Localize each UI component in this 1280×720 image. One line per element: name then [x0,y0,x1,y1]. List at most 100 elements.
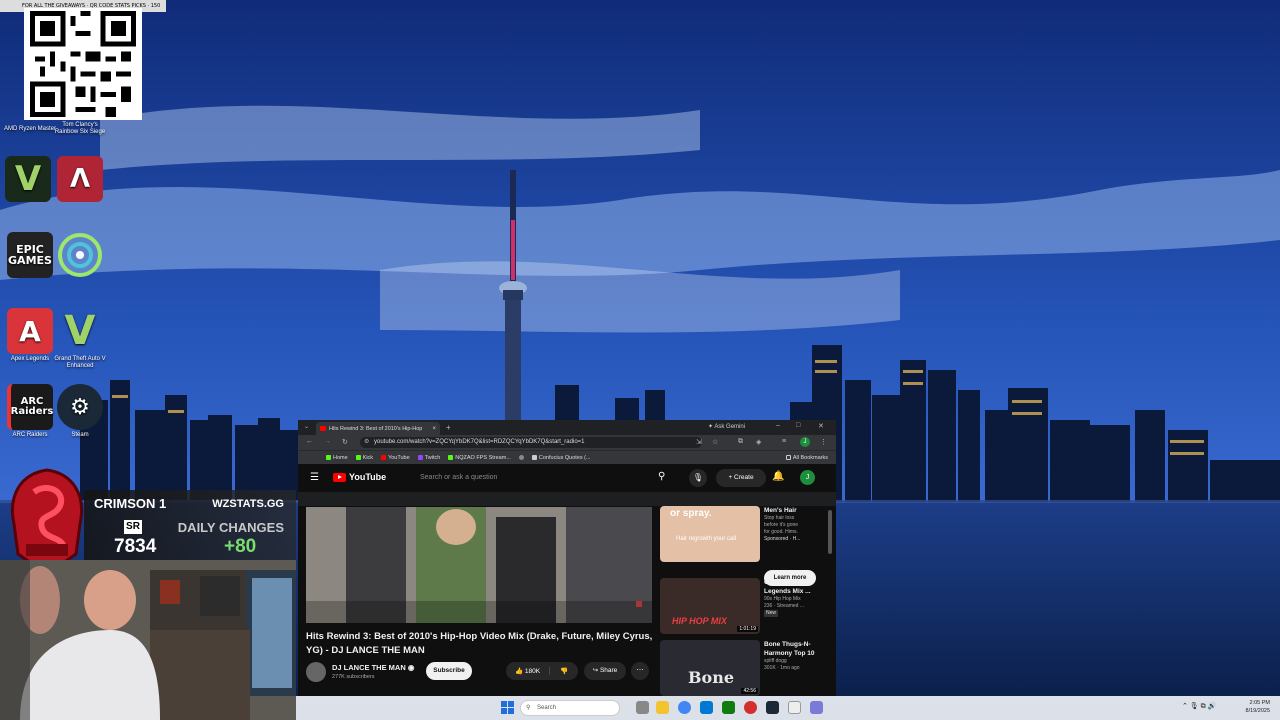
desktop-icon-gta-legacy[interactable]: V [0,156,56,204]
daily-changes-value: +80 [224,536,257,557]
bookmark-kick[interactable]: Kick [355,455,373,461]
steam-taskbar-icon[interactable] [766,701,779,714]
desktop-icon-epic[interactable]: EPIC GAMES [2,232,58,280]
video-meta: 301K · 1mo ago [764,665,800,671]
ad-info: Men's Hair Stop hair loss before it's go… [764,506,828,543]
desktop-icon-steam[interactable]: ⚙ Steam [52,384,108,439]
taskbar-search-input[interactable]: ⚲ Search [520,700,620,716]
forward-icon[interactable]: → [324,438,331,445]
twitch-icon [417,455,423,460]
folder-icon [785,455,791,460]
edge-icon[interactable] [700,701,713,714]
close-window-icon[interactable]: ✕ [818,422,824,430]
site-name: WZSTATS.GG [212,498,284,510]
bookmark-home[interactable]: Home [326,455,348,461]
gta-v-icon: V [5,156,51,202]
sr-label: SR [124,520,142,534]
bookmark-label: Confucius Quotes (... [538,454,591,461]
bookmark-star-icon[interactable]: ☆ [712,438,718,446]
all-bookmarks[interactable]: All Bookmarks [785,455,828,461]
new-tab-icon[interactable]: + [446,423,451,432]
channel-name[interactable]: DJ LANCE THE MAN ◉ [332,663,414,672]
reload-icon[interactable]: ↻ [342,438,348,446]
arc-raiders-icon: ARC Raiders [7,384,53,430]
site-info-icon[interactable]: ⚙ [364,437,369,448]
hamburger-menu-icon[interactable]: ☰ [310,472,319,483]
windows-start-icon[interactable] [501,701,514,714]
xbox-icon[interactable] [722,701,735,714]
dislike-button[interactable]: 👎 [550,667,578,675]
desktop-icon-ubisoft[interactable] [52,232,108,280]
desktop-icon-apex[interactable]: A Apex Legends [2,308,58,363]
bookmark-github[interactable] [518,455,524,460]
youtube-logo[interactable]: YouTube [333,472,386,482]
bookmark-confucius[interactable]: Confucius Quotes (... [531,454,591,461]
microphone-icon[interactable]: 🎙 [689,469,707,487]
thumbs-down-icon: 👎 [559,668,569,675]
task-view-icon[interactable] [636,701,649,714]
desktop-icon-rainbow-six[interactable]: Tom Clancy's Rainbow Six Siege [52,122,108,136]
video-duration: 1:01:19 [737,626,758,632]
clock[interactable]: 2:05 PM 8/19/2025 [1246,699,1270,715]
video-info[interactable]: Bone Thugs-N-Harmony Top 10 spliff dogg … [764,640,828,672]
media-icon[interactable]: ≡ [782,438,786,445]
file-explorer-icon[interactable] [656,701,669,714]
subscribe-button[interactable]: Subscribe [426,662,472,680]
share-label: Share [599,667,618,674]
desktop-icon-amd[interactable]: AMD Ryzen Master [2,126,58,133]
ask-gemini-button[interactable]: ✦ Ask Gemini [708,423,745,430]
create-label: Create [734,474,754,481]
close-tab-icon[interactable]: × [432,426,436,432]
gta-enhanced-label: Grand Theft Auto V Enhanced [54,356,106,369]
app-icon[interactable] [744,701,757,714]
install-icon[interactable]: ⇲ [696,438,702,446]
arcane-icon: Λ [57,156,103,202]
bookmark-twitch[interactable]: Twitch [417,455,440,461]
url-text: youtube.com/watch?v=ZQCYqYbDK7Q&list=RDZ… [374,439,585,445]
video-info[interactable]: Old School Rap Legends Mix ... 90s Hip H… [764,578,828,617]
more-actions-icon[interactable]: ⋯ [631,662,649,680]
channel-avatar[interactable] [306,662,326,682]
extensions-icon[interactable]: ⧉ [738,438,743,446]
video-meta: 236 · Streamed ... [764,603,805,609]
create-button[interactable]: + Create [716,469,766,487]
thumb-text: Bone [688,668,735,687]
tab-bar: ⌄ Hits Rewind 3: Best of 2010's Hip-Hop … [298,420,836,435]
url-input[interactable]: ⚙ youtube.com/watch?v=ZQCYqYbDK7Q&list=R… [360,437,702,448]
chrome-icon[interactable] [678,701,691,714]
app-icon[interactable] [788,701,801,714]
video-thumbnail[interactable]: HIP HOP MIX 1:01:19 [660,578,760,634]
minimize-icon[interactable]: – [776,422,780,429]
video-duration: 42:56 [741,688,758,694]
video-thumbnail[interactable]: Bone 42:56 [660,640,760,696]
tab-youtube[interactable]: Hits Rewind 3: Best of 2010's Hip-Hop × [316,422,440,435]
bookmark-stream[interactable]: NQZAO FPS Stream... [448,455,511,461]
bookmark-youtube[interactable]: YouTube [381,455,410,461]
player-name: CRIMSON 1 [94,496,167,511]
back-icon[interactable]: ← [306,438,313,445]
desktop-icon-gta-enhanced[interactable]: V Grand Theft Auto V Enhanced [52,308,108,370]
sidebar-scrollbar[interactable] [828,510,832,554]
desktop-icon-arc-raiders[interactable]: ARC Raiders ARC Raiders [2,384,58,439]
kick-icon [448,455,454,460]
sr-value: 7834 [114,536,157,557]
desktop-icon-arcane[interactable]: Λ [52,156,108,204]
notifications-bell-icon[interactable]: 🔔 [772,471,784,482]
search-icon[interactable]: ⚲ [658,471,665,482]
extension-icon[interactable]: ◈ [756,438,761,446]
browser-menu-icon[interactable]: ⋮ [820,438,827,446]
like-button[interactable]: 👍 180K [506,667,550,675]
tab-search-icon[interactable]: ⌄ [304,423,309,430]
share-button[interactable]: ↪ Share [584,662,626,680]
system-tray[interactable]: ⌃ 🎙 ⧉ 🔊 [1182,702,1216,711]
steam-icon: ⚙ [57,384,103,430]
discord-icon[interactable] [810,701,823,714]
maximize-icon[interactable]: □ [796,422,800,429]
video-player[interactable] [306,507,652,623]
browser-window: ⌄ Hits Rewind 3: Best of 2010's Hip-Hop … [298,420,836,696]
account-avatar[interactable]: J [800,470,815,485]
youtube-search-input[interactable]: Search or ask a question [410,470,650,486]
youtube-logo-text: YouTube [349,472,387,482]
ad-thumbnail[interactable]: or spray. Hair regrowth your call [660,506,760,562]
profile-avatar-icon[interactable]: J [800,437,810,447]
